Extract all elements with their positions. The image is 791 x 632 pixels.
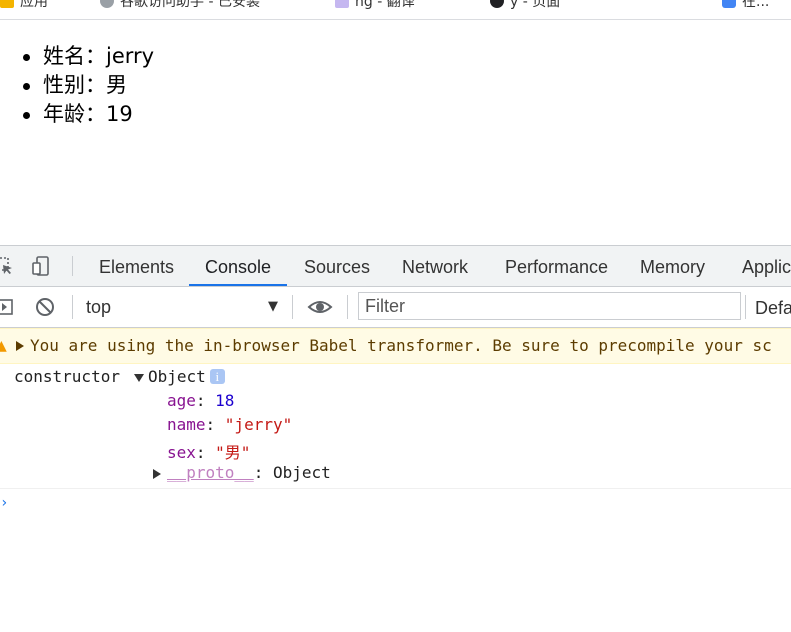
bookmark-apps[interactable]: 应用 [0,0,48,11]
property-key: name [167,415,206,434]
bookmark-icon [722,0,736,8]
devtools-panel: Elements Console Sources Network Perform… [0,245,791,632]
filter-input[interactable] [359,293,729,319]
property-value: "男" [215,443,251,462]
bookmark-item[interactable]: ng - 翻译 [335,0,415,11]
filter-box [358,292,741,320]
collapse-arrow-icon[interactable] [134,373,144,382]
log-levels-dropdown[interactable]: Defa [755,298,791,319]
toolbar-divider [745,295,746,319]
dropdown-caret-icon: ▼ [268,299,278,314]
page-viewport: 姓名：jerry 性别：男 年龄：19 [0,20,791,245]
expand-arrow-icon[interactable] [16,341,24,351]
tab-network[interactable]: Network [402,246,468,286]
eye-icon[interactable] [307,297,333,317]
log-label: constructor [14,367,120,386]
bookmark-item[interactable]: 在... [722,0,769,11]
bookmarks-bar: 应用 谷歌访问助手 - 已安装 ng - 翻译 y - 页面 在... [0,0,791,20]
warning-text: You are using the in-browser Babel trans… [30,336,772,355]
bookmark-label: ng - 翻译 [355,0,415,10]
toolbar-divider [292,295,293,319]
list-item: 年龄：19 [22,100,154,129]
console-prompt-icon[interactable]: › [0,495,8,511]
proto-property[interactable]: __proto__: Object [153,463,331,482]
warning-message: ▲ You are using the in-browser Babel tra… [0,328,791,364]
bookmark-label: y - 页面 [510,0,561,10]
bookmark-label: 应用 [20,0,48,10]
tab-sources[interactable]: Sources [304,246,370,286]
list-item: 姓名：jerry [22,42,154,71]
devtools-tabbar: Elements Console Sources Network Perform… [0,246,791,287]
context-selector[interactable]: top ▼ [78,292,288,322]
toolbar-divider [72,256,73,276]
info-icon[interactable]: i [209,369,225,384]
toolbar-divider [347,295,348,319]
object-property: sex: "男" [167,443,251,462]
warning-icon: ▲ [0,338,7,354]
bookmark-item[interactable]: 谷歌访问助手 - 已安装 [100,0,260,11]
console-log-entry: constructor Object i age: 18 name: "jerry… [0,363,791,489]
object-property: age: 18 [167,391,235,410]
device-toolbar-icon[interactable] [31,256,51,276]
page-icon [335,0,349,8]
property-value: Object [272,463,331,482]
tab-memory[interactable]: Memory [640,246,705,286]
info-list: 姓名：jerry 性别：男 年龄：19 [0,42,154,129]
bookmark-label: 谷歌访问助手 - 已安装 [120,0,260,10]
sidebar-toggle-icon[interactable] [0,297,14,317]
tab-performance[interactable]: Performance [505,246,608,286]
property-key: sex [167,443,196,462]
list-item: 性别：男 [22,71,154,100]
tab-application[interactable]: Applic [742,246,791,286]
clear-console-icon[interactable] [34,296,56,318]
bookmark-item[interactable]: y - 页面 [490,0,560,11]
inspect-element-icon[interactable] [0,256,14,276]
expand-arrow-icon[interactable] [153,468,161,479]
console-toolbar: top ▼ Defa [0,287,791,328]
object-property: name: "jerry" [167,415,293,434]
object-summary[interactable]: Object i [134,367,225,386]
object-label: Object [148,367,206,386]
context-label: top [86,297,112,317]
property-key: age [167,391,196,410]
property-key: __proto__ [167,463,254,482]
toolbar-divider [72,295,73,319]
apps-icon [0,0,14,8]
bookmark-label: 在... [742,0,770,10]
github-icon [490,0,504,8]
globe-icon [100,0,114,8]
property-value: 18 [215,391,235,410]
tab-elements[interactable]: Elements [99,246,174,286]
tab-console[interactable]: Console [188,246,288,286]
property-value: "jerry" [224,415,293,434]
